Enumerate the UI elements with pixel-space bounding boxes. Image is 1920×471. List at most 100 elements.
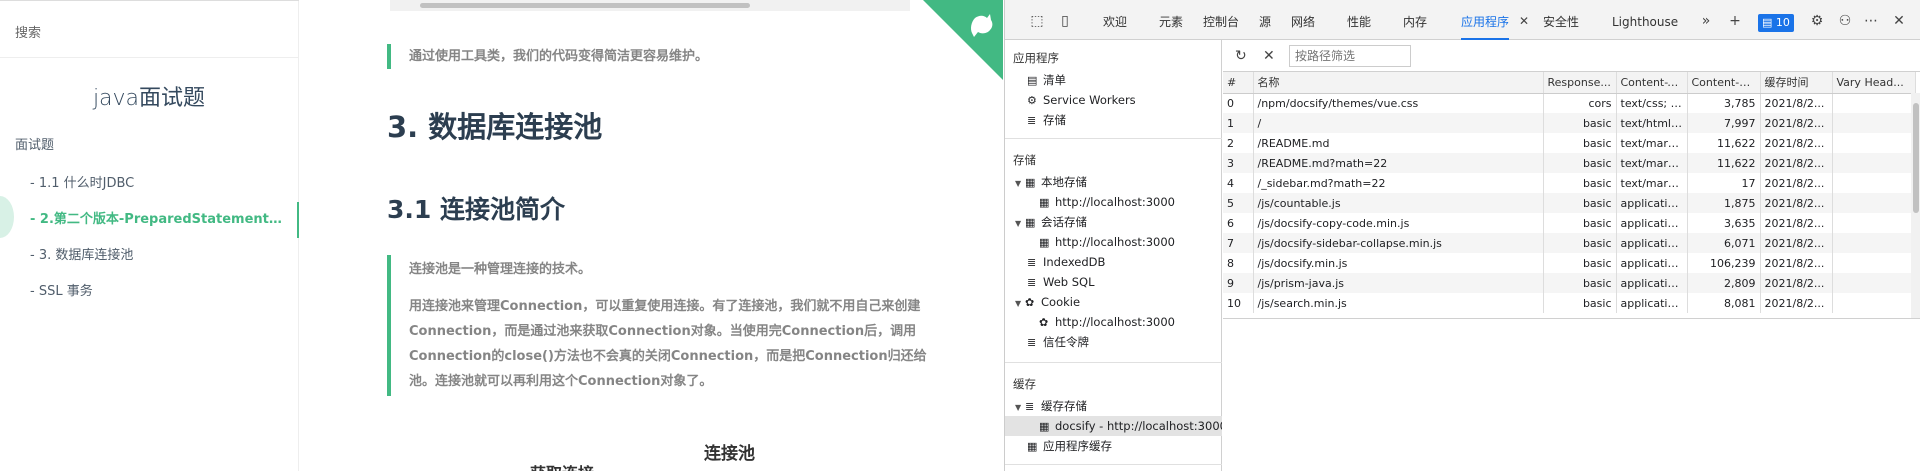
clear-icon[interactable]: ✕ (1263, 48, 1275, 64)
tree-item-session-storage-origin[interactable]: ▦ http://localhost:3000 (1039, 232, 1175, 252)
more-tabs-icon[interactable]: » (1698, 13, 1714, 29)
tab-lighthouse[interactable]: Lighthouse (1612, 0, 1678, 40)
expand-arrow-icon[interactable]: ▼ (1015, 214, 1025, 234)
tree-item-cookie[interactable]: ▼ ✿ Cookie (1015, 292, 1080, 312)
tab-memory[interactable]: 内存 (1403, 0, 1427, 40)
tab-application[interactable]: 应用程序 (1461, 0, 1510, 40)
nav-group-title[interactable]: 面试题 (0, 134, 298, 156)
tree-item-cookie-origin[interactable]: ✿ http://localhost:3000 (1039, 312, 1175, 332)
table-cell: basic (1543, 253, 1617, 273)
filter-by-path-input[interactable] (1289, 45, 1411, 67)
table-row[interactable]: 4/_sidebar.md?math=22 basic text/mark... 17… (1223, 173, 1916, 193)
table-cell: /_sidebar.md?math=22 (1253, 173, 1544, 193)
table-row[interactable]: 7/js/docsify-sidebar-collapse.min.js basi… (1223, 233, 1916, 253)
table-row[interactable]: 5/js/countable.js basic applicatio... 1,875… (1223, 193, 1916, 213)
expand-arrow-icon[interactable]: ▼ (1015, 294, 1025, 314)
inspect-element-icon[interactable]: ⬚ (1029, 13, 1045, 29)
close-devtools-icon[interactable]: ✕ (1891, 13, 1907, 29)
tab-console[interactable]: 控制台 (1203, 0, 1239, 40)
section-divider (1005, 464, 1222, 465)
column-header[interactable]: # (1223, 72, 1254, 94)
table-cell: 8,081 (1687, 293, 1761, 313)
tree-label: IndexedDB (1043, 255, 1106, 269)
table-cell: 6 (1223, 213, 1254, 233)
scrollbar-thumb[interactable] (1913, 103, 1919, 213)
tab-security[interactable]: 安全性 (1543, 0, 1579, 40)
table-cell: 2021/8/2... (1760, 293, 1833, 313)
tab-welcome[interactable]: 欢迎 (1103, 0, 1127, 40)
search-input[interactable]: 搜索 (0, 0, 298, 58)
table-row[interactable]: 10/js/search.min.js basic applicatio... 8,0… (1223, 293, 1916, 313)
tree-item-local-storage-origin[interactable]: ▦ http://localhost:3000 (1039, 192, 1175, 212)
tree-item-cache-docsify[interactable]: ▦ docsify - http://localhost:3000 (1005, 416, 1222, 436)
app-name[interactable]: java面试题 (0, 80, 298, 112)
database-icon: ≣ (1027, 256, 1037, 269)
tree-item-indexeddb[interactable]: ≣ IndexedDB (1027, 252, 1105, 272)
diagram-label: 获取连接 (530, 460, 594, 471)
table-row[interactable]: 3/README.md?math=22 basic text/mark... 11,6… (1223, 153, 1916, 173)
nav-item-connection-pool[interactable]: - 3. 数据库连接池 (0, 238, 299, 274)
table-row[interactable]: 2/README.md basic text/mark... 11,622 2021/8… (1223, 133, 1916, 153)
column-header[interactable]: 名称 (1253, 72, 1544, 94)
table-cell (1832, 273, 1916, 293)
table-cell: 2021/8/2... (1760, 173, 1833, 193)
tab-performance[interactable]: 性能 (1347, 0, 1371, 40)
table-cell: text/css; c... (1616, 93, 1688, 113)
nav-item-jdbc[interactable]: - 1.1 什么时JDBC (0, 166, 299, 202)
table-cell: applicatio... (1616, 193, 1688, 213)
table-cell: applicatio... (1616, 233, 1688, 253)
tree-item-manifest[interactable]: ▤ 清单 (1027, 70, 1066, 90)
column-header[interactable]: Content-T... (1616, 72, 1688, 94)
profile-icon[interactable]: ⚇ (1837, 13, 1853, 29)
tree-label: Cookie (1041, 295, 1081, 309)
refresh-icon[interactable]: ↻ (1235, 48, 1247, 64)
vertical-scrollbar[interactable] (1911, 93, 1920, 318)
column-header[interactable]: 缓存时间 (1760, 72, 1833, 94)
tree-item-cache-storage[interactable]: ▼ ≣ 缓存存储 (1015, 396, 1087, 416)
scrollbar-thumb[interactable] (420, 3, 750, 8)
device-toolbar-icon[interactable]: ▯ (1057, 13, 1073, 29)
issues-badge[interactable]: ▤ 10 (1758, 14, 1794, 32)
column-header[interactable]: Response... (1543, 72, 1617, 94)
table-cell: cors (1543, 93, 1617, 113)
tree-item-session-storage[interactable]: ▼ ▦ 会话存储 (1015, 212, 1087, 232)
table-cell: 106,239 (1687, 253, 1761, 273)
cache-entries-table: # 名称 Response... Content-T... Content-L... 缓存… (1223, 72, 1920, 319)
tree-item-local-storage[interactable]: ▼ ▦ 本地存储 (1015, 172, 1087, 192)
tab-elements[interactable]: 元素 (1159, 0, 1183, 40)
tree-item-app-cache[interactable]: ▦ 应用程序缓存 (1027, 436, 1112, 456)
table-header: # 名称 Response... Content-T... Content-L... 缓存… (1223, 72, 1916, 94)
tree-label: docsify - http://localhost:3000 (1055, 419, 1222, 433)
tree-label: 存储 (1043, 113, 1066, 127)
column-header[interactable]: Content-L... (1687, 72, 1761, 94)
close-tab-icon[interactable]: ✕ (1516, 13, 1532, 29)
table-cell: text/mark... (1616, 133, 1688, 153)
section-cache: 缓存 (1013, 377, 1036, 391)
add-tab-icon[interactable]: + (1727, 13, 1743, 29)
tree-item-trust-tokens[interactable]: ≣ 信任令牌 (1027, 332, 1089, 352)
table-row[interactable]: 8/js/docsify.min.js basic applicatio... 106… (1223, 253, 1916, 273)
tree-item-websql[interactable]: ≣ Web SQL (1027, 272, 1095, 292)
settings-gear-icon[interactable]: ⚙ (1809, 13, 1825, 29)
table-row[interactable]: 1/basic text/html;... 7,997 2021/8/2... (1223, 113, 1916, 133)
table-cell: text/html;... (1616, 113, 1688, 133)
nav-item-ssl-transaction[interactable]: - SSL 事务 (0, 274, 299, 310)
column-header[interactable]: Vary Head... (1832, 72, 1916, 94)
table-row[interactable]: 0/npm/docsify/themes/vue.css cors text/css… (1223, 93, 1916, 113)
expand-arrow-icon[interactable]: ▼ (1015, 174, 1025, 194)
tab-sources[interactable]: 源 (1259, 0, 1271, 40)
tab-network[interactable]: 网络 (1291, 0, 1315, 40)
heading-connection-pool: 3. 数据库连接池 (387, 110, 603, 144)
application-sidebar: 应用程序 ▤ 清单 ⚙ Service Workers ≣ 存储 存储 ▼ ▦ 本地存储 … (1005, 40, 1222, 471)
table-cell: 5 (1223, 193, 1254, 213)
table-row[interactable]: 6/js/docsify-copy-code.min.js basic applic… (1223, 213, 1916, 233)
tree-label: 本地存储 (1041, 175, 1087, 189)
table-row[interactable]: 9/js/prism-java.js basic applicatio... 2,80… (1223, 273, 1916, 293)
expand-arrow-icon[interactable]: ▼ (1015, 398, 1025, 418)
tree-item-storage[interactable]: ≣ 存储 (1027, 110, 1066, 130)
tree-item-service-workers[interactable]: ⚙ Service Workers (1027, 90, 1136, 110)
more-options-icon[interactable]: ⋯ (1863, 13, 1879, 29)
grid-icon: ▦ (1027, 440, 1038, 453)
nav-item-prepared-statement[interactable]: - 2.第二个版本-PreparedStatement=》防止SQL注入 (0, 202, 299, 238)
horizontal-scrollbar[interactable] (390, 0, 910, 11)
